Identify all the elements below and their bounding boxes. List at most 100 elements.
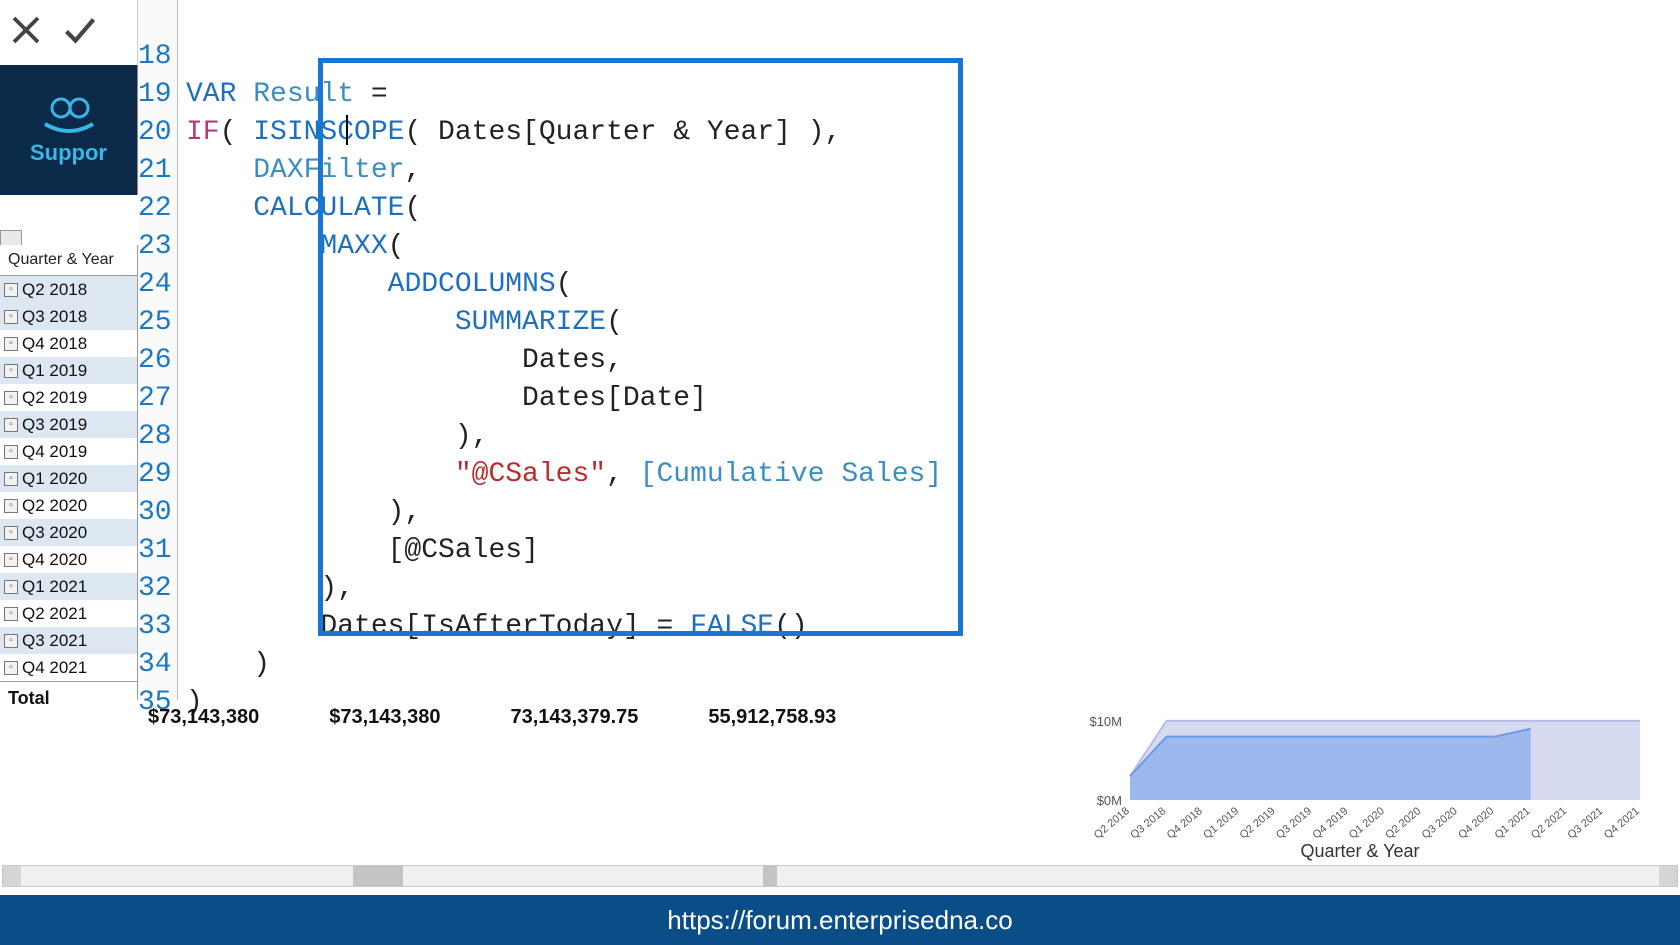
footer-bar: https://forum.enterprisedna.co [0,895,1680,945]
slicer-item-q3-2021[interactable]: ▫ Q3 2021 [0,627,137,654]
slicer-item-q1-2021[interactable]: ▫ Q1 2021 [0,573,137,600]
svg-text:Q2 2018: Q2 2018 [1092,805,1132,841]
slicer-item-label: Q1 2021 [22,577,87,597]
slicer-item-q4-2020[interactable]: ▫ Q4 2020 [0,546,137,573]
commit-button[interactable] [62,12,98,53]
slicer-item-label: Q3 2019 [22,415,87,435]
total-value-3: 73,143,379.75 [510,706,638,729]
cancel-button[interactable] [8,12,44,53]
code-area[interactable]: VAR Result =IF( ISINSCOPE( Dates[Quarter… [178,0,1680,700]
code-line[interactable]: ), [186,418,1680,456]
total-value-1: $73,143,380 [148,706,259,729]
expand-icon[interactable]: ▫ [4,310,18,324]
slicer-item-label: Q3 2021 [22,631,87,651]
expand-icon[interactable]: ▫ [4,364,18,378]
slicer-item-label: Q4 2021 [22,658,87,678]
code-line[interactable]: Dates[Date] [186,380,1680,418]
svg-text:Q3 2021: Q3 2021 [1565,805,1605,841]
slicer-item-label: Q2 2018 [22,280,87,300]
scroll-right-grip[interactable] [1659,866,1677,886]
svg-text:Q4 2018: Q4 2018 [1165,805,1205,841]
code-line[interactable]: ) [186,646,1680,684]
expand-icon[interactable]: ▫ [4,526,18,540]
expand-icon[interactable]: ▫ [4,553,18,567]
slicer-item-label: Q3 2020 [22,523,87,543]
slicer-item-label: Q1 2019 [22,361,87,381]
slicer-item-q3-2020[interactable]: ▫ Q3 2020 [0,519,137,546]
line-number: 18 [138,38,171,76]
expand-icon[interactable]: ▫ [4,472,18,486]
slicer-item-label: Q2 2019 [22,388,87,408]
scroll-thumb[interactable] [353,866,403,886]
code-line[interactable] [186,0,1680,38]
slicer-item-q1-2020[interactable]: ▫Q1 2020 [0,465,137,492]
line-number: 25 [138,304,171,342]
slicer-item-q2-2018[interactable]: ▫ Q2 2018 [0,276,137,303]
line-number: 24 [138,266,171,304]
slicer-item-label: Q4 2018 [22,334,87,354]
svg-text:Q1 2019: Q1 2019 [1201,805,1241,841]
text-cursor [346,115,348,145]
slicer-item-q4-2019[interactable]: ▫Q4 2019 [0,438,137,465]
slicer-item-q4-2021[interactable]: ▫ Q4 2021 [0,654,137,681]
code-line[interactable]: "@CSales", [Cumulative Sales] [186,456,1680,494]
expand-icon[interactable]: ▫ [4,283,18,297]
expand-icon[interactable]: ▫ [4,418,18,432]
expand-icon[interactable]: ▫ [4,580,18,594]
slicer-item-q3-2018[interactable]: ▫ Q3 2018 [0,303,137,330]
code-line[interactable]: Dates, [186,342,1680,380]
scroll-thumb-2[interactable] [763,866,777,886]
code-line[interactable]: CALCULATE( [186,190,1680,228]
code-line[interactable]: Dates[IsAfterToday] = FALSE() [186,608,1680,646]
line-number: 29 [138,456,171,494]
slicer-item-q2-2020[interactable]: ▫Q2 2020 [0,492,137,519]
svg-text:Q3 2018: Q3 2018 [1128,805,1168,841]
slicer-item-q2-2019[interactable]: ▫ Q2 2019 [0,384,137,411]
line-number: 20 [138,114,171,152]
code-line[interactable]: [@CSales] [186,532,1680,570]
footer-link[interactable]: https://forum.enterprisedna.co [667,905,1012,935]
line-number: 32 [138,570,171,608]
expand-icon[interactable]: ▫ [4,445,18,459]
code-line[interactable]: ADDCOLUMNS( [186,266,1680,304]
slicer-total-label: Total [0,681,137,715]
code-line[interactable]: ), [186,570,1680,608]
expand-icon[interactable]: ▫ [4,499,18,513]
code-line[interactable]: MAXX( [186,228,1680,266]
scroll-left-grip[interactable] [3,866,21,886]
chart-svg: $0M$10MQ2 2018Q3 2018Q4 2018Q1 2019Q2 20… [1070,695,1650,860]
dax-editor[interactable]: 181920212223242526272829303132333435 VAR… [138,0,1680,700]
line-number: 26 [138,342,171,380]
slicer-item-q4-2018[interactable]: ▫ Q4 2018 [0,330,137,357]
svg-text:Q3 2019: Q3 2019 [1274,805,1314,841]
totals-row: $73,143,380 $73,143,380 73,143,379.75 55… [138,702,900,732]
expand-icon[interactable]: ▫ [4,634,18,648]
code-line[interactable]: ), [186,494,1680,532]
code-line[interactable]: VAR Result = [186,76,1680,114]
quarter-year-slicer: Quarter & Year ▫Q2 2018▫Q3 2018▫Q4 2018▫… [0,245,138,700]
brand-label: Suppor [9,140,129,166]
expand-icon[interactable]: ▫ [4,661,18,675]
slicer-item-q2-2021[interactable]: ▫Q2 2021 [0,600,137,627]
line-number: 23 [138,228,171,266]
code-line[interactable]: IF( ISINSCOPE( Dates[Quarter & Year] ), [186,114,1680,152]
code-line[interactable] [186,38,1680,76]
svg-text:Q4 2019: Q4 2019 [1310,805,1350,841]
slicer-item-q3-2019[interactable]: ▫ Q3 2019 [0,411,137,438]
code-line[interactable]: DAXFilter, [186,152,1680,190]
formula-bar-actions [0,0,138,65]
expand-icon[interactable]: ▫ [4,607,18,621]
total-value-2: $73,143,380 [329,706,440,729]
slicer-header: Quarter & Year [0,245,137,276]
expand-icon[interactable]: ▫ [4,391,18,405]
svg-text:Q2 2020: Q2 2020 [1383,805,1423,841]
gear-icon [39,94,99,134]
slicer-item-label: Q4 2020 [22,550,87,570]
line-gutter: 181920212223242526272829303132333435 [138,0,178,700]
expand-icon[interactable]: ▫ [4,337,18,351]
slicer-item-label: Q3 2018 [22,307,87,327]
code-line[interactable]: SUMMARIZE( [186,304,1680,342]
line-number: 19 [138,76,171,114]
horizontal-scrollbar[interactable] [2,865,1678,887]
slicer-item-q1-2019[interactable]: ▫ Q1 2019 [0,357,137,384]
